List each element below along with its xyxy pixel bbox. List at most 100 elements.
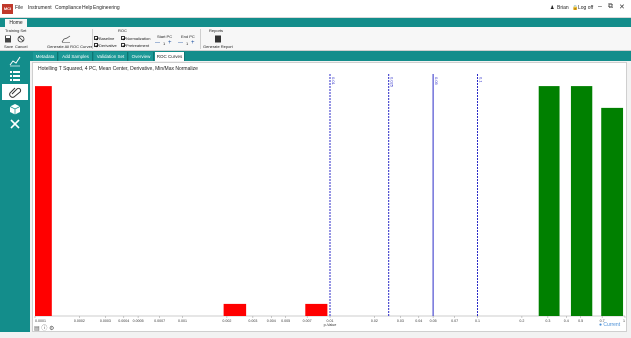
bar — [223, 303, 247, 316]
x-tick-label: 0.1 — [475, 319, 480, 323]
app-logo: MCI — [2, 4, 13, 14]
roc-group-label: ROC — [118, 28, 127, 33]
x-tick-label: 0.03 — [397, 319, 404, 323]
x-tick-label: 0.04 — [415, 319, 422, 323]
sidebar-item-active[interactable] — [2, 84, 28, 100]
generate-report-label: Generate Report — [203, 44, 233, 49]
x-tick-label: 0.002 — [222, 319, 231, 323]
tab-metadata[interactable]: Metadata — [33, 52, 58, 61]
report-icon — [215, 35, 221, 43]
threshold-label: 0.01 — [331, 77, 336, 86]
status-bar — [0, 332, 631, 338]
x-tick-label: 0.3 — [545, 319, 550, 323]
menu-help[interactable]: Help — [82, 5, 92, 11]
menu-engineering[interactable]: Engineering — [93, 5, 120, 11]
roc-curve-icon — [61, 35, 71, 43]
threshold-label: 0.025 — [390, 77, 395, 88]
x-tick-label: 0.2 — [519, 319, 524, 323]
maximize-icon[interactable]: ⧉ — [608, 3, 613, 11]
tab-home[interactable]: Home — [5, 19, 27, 27]
pretreatment-checkbox[interactable] — [121, 43, 125, 47]
save-icon — [5, 35, 11, 43]
legend-marker: ● — [599, 322, 603, 328]
x-tick-label: 0.007 — [303, 319, 312, 323]
menu-file[interactable]: File — [15, 5, 23, 11]
save-label: Save — [4, 44, 14, 49]
start-pc-value[interactable]: 1 — [163, 41, 165, 46]
x-axis-label: p-Value — [324, 323, 337, 327]
x-tick-label: 0.0007 — [154, 319, 165, 323]
x-tick-label: 0.02 — [371, 319, 378, 323]
x-tick-label: 0.07 — [451, 319, 458, 323]
pretreatment-label: Pretreatment — [126, 43, 150, 48]
start-pc-label: Start PC — [157, 34, 173, 39]
cancel-button[interactable]: Cancel — [15, 34, 28, 49]
end-pc-decrement[interactable]: — — [178, 40, 183, 46]
x-tick-label: 0.4 — [564, 319, 569, 323]
x-tick-label: 0.5 — [578, 319, 583, 323]
ribbon-divider — [200, 29, 201, 49]
threshold-label: 0.05 — [434, 77, 439, 86]
x-tick-label: 0.004 — [267, 319, 276, 323]
ribbon-tab-row — [0, 18, 631, 27]
end-pc-increment[interactable]: + — [191, 40, 195, 46]
save-button[interactable]: Save — [3, 34, 13, 49]
list-icon[interactable] — [8, 69, 22, 83]
training-set-group-label: Training Set — [5, 28, 27, 33]
line-chart-icon[interactable] — [8, 54, 22, 68]
bar — [35, 86, 52, 316]
x-tick-label: 0.05 — [430, 319, 437, 323]
tab-roc-curves[interactable]: ROC Curves — [155, 52, 185, 61]
left-sidebar — [0, 51, 30, 338]
bar — [305, 303, 328, 316]
reports-group-label: Reports — [209, 28, 224, 33]
ribbon: Training Set Save Cancel Generate All RO… — [0, 27, 631, 51]
sub-tab-bar: Metadata Add Samples Validation Set Over… — [30, 51, 631, 61]
end-pc-label: End PC — [181, 34, 195, 39]
tab-add-samples[interactable]: Add Samples — [59, 52, 93, 61]
menu-bar: MCI File Instrument Compliance Help Engi… — [0, 0, 631, 18]
user-icon: ♟ — [550, 5, 555, 11]
derivative-label: Derivative — [99, 43, 117, 48]
cube-icon[interactable] — [8, 102, 22, 116]
start-pc-decrement[interactable]: — — [155, 40, 160, 46]
chart-toolbar: ▤ ⓘ ⚙ — [34, 323, 54, 332]
x-tick-label: 0.0002 — [74, 319, 85, 323]
menu-compliance[interactable]: Compliance — [55, 5, 81, 11]
baseline-label: Baseline — [99, 36, 115, 41]
x-tick-label: 0.0003 — [100, 319, 111, 323]
threshold-label: 0.1 — [479, 77, 484, 83]
generate-all-roc-label: Generate All ROC Curves — [47, 44, 93, 49]
baseline-checkbox[interactable] — [94, 36, 98, 40]
bar — [570, 86, 593, 316]
app-window: MCI File Instrument Compliance Help Engi… — [0, 0, 631, 338]
x-tick-label: 0.005 — [281, 319, 290, 323]
tab-validation-set[interactable]: Validation Set — [94, 52, 128, 61]
close-icon[interactable]: ✕ — [619, 3, 625, 11]
legend-label: Current — [603, 322, 621, 328]
derivative-checkbox[interactable] — [94, 43, 98, 47]
logoff-button[interactable]: Log off — [578, 5, 593, 11]
cancel-icon — [17, 35, 25, 43]
roc-chart: 0.01 0.025 0.05 0.10.0001 0.0002 0.0003 0.0004… — [34, 74, 626, 327]
x-tick-label: 0.0004 — [118, 319, 129, 323]
cancel-label: Cancel — [15, 44, 28, 49]
tools-icon[interactable] — [8, 117, 22, 131]
generate-all-roc-button[interactable]: Generate All ROC Curves — [47, 34, 93, 49]
x-tick-label: 0.0005 — [133, 319, 144, 323]
tab-overview[interactable]: Overview — [129, 52, 154, 61]
start-pc-increment[interactable]: + — [168, 40, 172, 46]
menu-instrument[interactable]: Instrument — [28, 5, 52, 11]
ribbon-divider — [92, 29, 93, 49]
normalization-checkbox[interactable] — [121, 36, 125, 40]
generate-report-button[interactable]: Generate Report — [203, 34, 233, 49]
user-name: Brian — [557, 5, 569, 11]
chart-legend[interactable]: ● Current — [599, 322, 620, 328]
x-tick-label: 0.001 — [178, 319, 187, 323]
minimize-icon[interactable]: – — [598, 3, 602, 10]
end-pc-value[interactable]: 1 — [186, 41, 188, 46]
bar — [538, 86, 560, 316]
x-tick-label: 0.003 — [248, 319, 257, 323]
x-tick-label: 1 — [623, 319, 625, 323]
paperclip-icon — [9, 87, 22, 98]
